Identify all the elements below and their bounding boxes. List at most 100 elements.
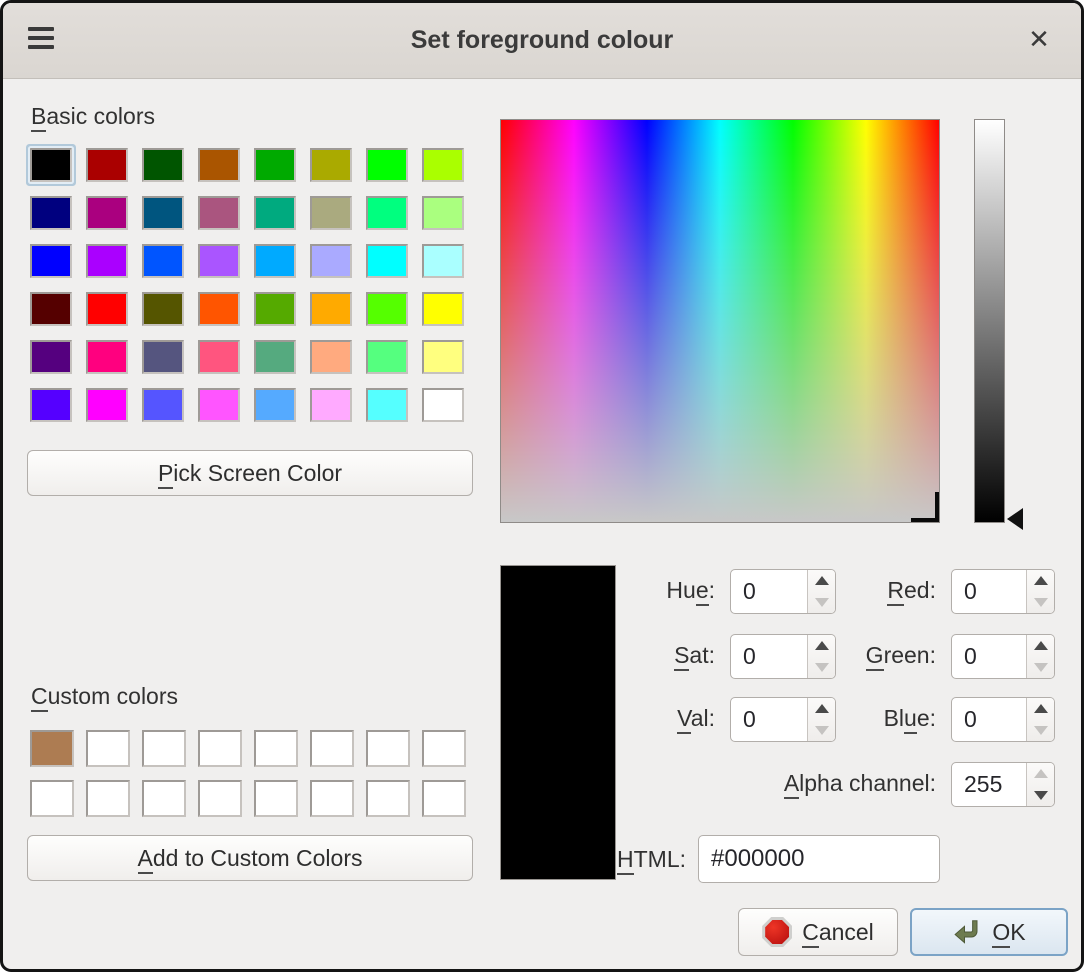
blue-spinbox[interactable]: 0 [951,697,1055,742]
value-slider-handle-icon[interactable] [1007,508,1023,530]
green-decrement-icon[interactable] [1027,657,1054,679]
custom-color-swatch[interactable] [30,730,74,767]
close-icon[interactable]: ✕ [1021,21,1057,57]
hue-value: 0 [743,570,756,613]
basic-color-swatch[interactable] [30,340,72,374]
add-to-custom-colors-button[interactable]: Add to Custom Colors [27,835,473,881]
basic-color-swatch[interactable] [422,196,464,230]
basic-color-swatch[interactable] [30,388,72,422]
basic-color-swatch[interactable] [366,196,408,230]
custom-color-swatch[interactable] [422,780,466,817]
basic-color-swatch[interactable] [198,148,240,182]
basic-color-swatch[interactable] [366,244,408,278]
alpha-increment-icon[interactable] [1027,763,1054,785]
basic-color-swatch[interactable] [310,148,352,182]
basic-color-swatch[interactable] [86,340,128,374]
red-decrement-icon[interactable] [1027,592,1054,614]
custom-color-swatch[interactable] [310,730,354,767]
basic-color-swatch[interactable] [86,196,128,230]
blue-increment-icon[interactable] [1027,698,1054,720]
custom-color-swatch[interactable] [366,730,410,767]
green-spinbox[interactable]: 0 [951,634,1055,679]
picker-crosshair [911,518,939,522]
basic-color-swatch[interactable] [86,292,128,326]
basic-color-swatch[interactable] [30,244,72,278]
green-label: Green: [783,642,936,669]
custom-color-swatch[interactable] [198,780,242,817]
green-increment-icon[interactable] [1027,635,1054,657]
custom-color-swatch[interactable] [198,730,242,767]
pick-screen-color-button[interactable]: Pick Screen Color [27,450,473,496]
val-value: 0 [743,698,756,741]
custom-color-swatch[interactable] [366,780,410,817]
custom-color-swatch[interactable] [254,730,298,767]
html-color-input[interactable] [698,835,940,883]
custom-color-swatch[interactable] [142,730,186,767]
green-value: 0 [964,635,977,678]
ok-button[interactable]: OK [910,908,1068,956]
basic-color-swatch[interactable] [254,244,296,278]
blue-decrement-icon[interactable] [1027,720,1054,742]
basic-color-swatch[interactable] [30,148,72,182]
basic-color-swatch[interactable] [198,292,240,326]
basic-color-swatch[interactable] [86,244,128,278]
window-menu-icon[interactable] [28,25,54,51]
basic-color-swatch[interactable] [366,388,408,422]
custom-color-swatch[interactable] [142,780,186,817]
red-spinbox[interactable]: 0 [951,569,1055,614]
cancel-stop-icon [762,917,792,947]
basic-color-swatch[interactable] [422,148,464,182]
sat-label: Sat: [543,642,715,669]
custom-color-swatch[interactable] [254,780,298,817]
basic-color-swatch[interactable] [254,196,296,230]
basic-color-swatch[interactable] [310,196,352,230]
basic-color-swatch[interactable] [254,388,296,422]
custom-color-swatch[interactable] [86,780,130,817]
custom-color-swatch[interactable] [86,730,130,767]
color-dialog-window: Set foreground colour ✕ Basic colors Pic… [0,0,1084,972]
custom-color-swatch[interactable] [422,730,466,767]
basic-color-swatch[interactable] [142,388,184,422]
basic-color-swatch[interactable] [86,388,128,422]
basic-color-swatch[interactable] [254,292,296,326]
basic-color-swatch[interactable] [30,292,72,326]
alpha-decrement-icon[interactable] [1027,785,1054,807]
basic-color-swatch[interactable] [254,148,296,182]
sat-value: 0 [743,635,756,678]
basic-color-swatch[interactable] [422,292,464,326]
basic-color-swatch[interactable] [142,196,184,230]
basic-color-swatch[interactable] [198,340,240,374]
basic-color-swatch[interactable] [142,340,184,374]
basic-color-swatch[interactable] [366,148,408,182]
basic-color-swatch[interactable] [142,148,184,182]
basic-color-swatch[interactable] [30,196,72,230]
basic-color-swatch[interactable] [142,244,184,278]
basic-color-swatch[interactable] [310,244,352,278]
basic-color-swatch[interactable] [422,340,464,374]
basic-color-swatch[interactable] [198,196,240,230]
val-label: Val: [543,705,715,732]
red-increment-icon[interactable] [1027,570,1054,592]
hue-saturation-picker[interactable] [500,119,940,523]
red-value: 0 [964,570,977,613]
value-slider[interactable] [974,119,1005,523]
title-bar: Set foreground colour ✕ [3,3,1081,79]
basic-color-swatch[interactable] [254,340,296,374]
custom-color-swatch[interactable] [310,780,354,817]
basic-color-swatch[interactable] [198,244,240,278]
basic-color-swatch[interactable] [86,148,128,182]
basic-color-swatch[interactable] [310,340,352,374]
basic-color-swatch[interactable] [422,244,464,278]
cancel-button[interactable]: Cancel [738,908,898,956]
basic-color-swatch[interactable] [366,292,408,326]
basic-color-swatch[interactable] [366,340,408,374]
basic-color-swatch[interactable] [310,292,352,326]
basic-color-swatch[interactable] [422,388,464,422]
basic-color-swatch[interactable] [142,292,184,326]
blue-label: Blue: [783,705,936,732]
basic-color-swatch[interactable] [310,388,352,422]
basic-color-swatch[interactable] [198,388,240,422]
blue-value: 0 [964,698,977,741]
alpha-spinbox[interactable]: 255 [951,762,1055,807]
custom-color-swatch[interactable] [30,780,74,817]
